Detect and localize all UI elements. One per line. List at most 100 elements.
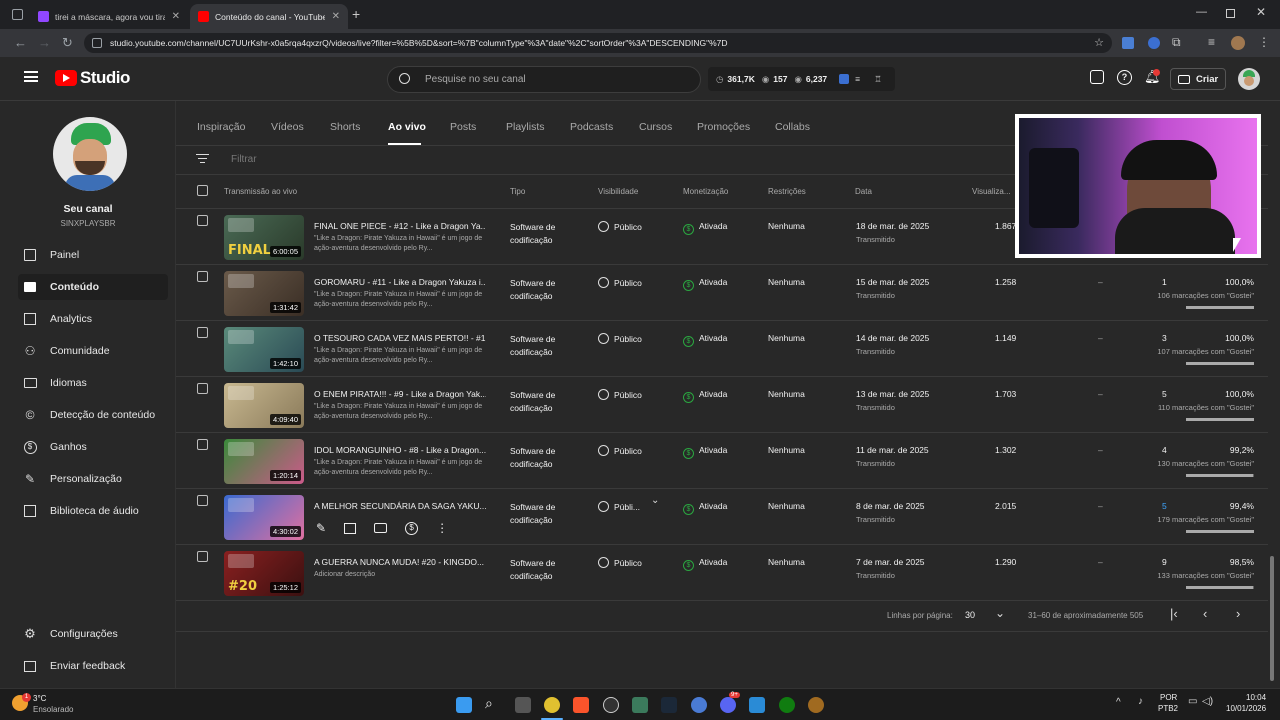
sidebar-item-languages[interactable]: Idiomas bbox=[18, 370, 168, 396]
monetization-cell[interactable]: $ Ativada bbox=[683, 557, 727, 571]
scrollbar-thumb[interactable] bbox=[1270, 556, 1274, 681]
tab-inspiration[interactable]: Inspiração bbox=[197, 121, 245, 133]
tab-promotions[interactable]: Promoções bbox=[697, 121, 750, 133]
filter-input[interactable]: Filtrar bbox=[231, 154, 257, 165]
store-icon[interactable] bbox=[749, 697, 765, 713]
visibility-cell[interactable]: Público bbox=[598, 389, 642, 400]
studio-logo-text[interactable]: Studio bbox=[80, 68, 130, 88]
video-thumbnail[interactable]: 1:31:42 bbox=[224, 271, 304, 316]
reading-list-icon[interactable]: ≡ bbox=[1208, 35, 1215, 49]
sidebar-item-feedback[interactable]: Enviar feedback bbox=[18, 653, 168, 679]
visibility-cell[interactable]: Público bbox=[598, 557, 642, 568]
column-header-date[interactable]: Data bbox=[855, 187, 872, 196]
row-checkbox[interactable] bbox=[197, 495, 208, 506]
tray-chevron-icon[interactable]: ^ bbox=[1116, 697, 1121, 708]
visibility-dropdown-chevron-icon[interactable]: ⌄ bbox=[651, 495, 659, 506]
sidebar-item-content[interactable]: Conteúdo bbox=[18, 274, 168, 300]
table-row[interactable]: 1:42:10 O TESOURO CADA VEZ MAIS PERTO!! … bbox=[176, 321, 1268, 377]
hamburger-menu-icon[interactable] bbox=[24, 71, 38, 82]
close-window-icon[interactable]: ✕ bbox=[1256, 5, 1266, 19]
tab-collabs[interactable]: Collabs bbox=[775, 121, 810, 133]
video-title[interactable]: IDOL MORANGUINHO - #8 - Like a Dragon... bbox=[314, 445, 486, 455]
xbox-icon[interactable] bbox=[779, 697, 795, 713]
realtime-stats-widget[interactable]: ◷ 361,7K ◉ 157 ◉ 6,237 ≡ ♖ bbox=[708, 67, 895, 91]
help-icon[interactable]: ? bbox=[1117, 70, 1132, 85]
rows-per-page-select[interactable]: 30 bbox=[965, 610, 975, 620]
windows-start-icon[interactable] bbox=[456, 697, 472, 713]
chrome-icon[interactable] bbox=[544, 697, 560, 713]
volume-icon[interactable]: ◁) bbox=[1202, 696, 1213, 707]
comments-icon[interactable] bbox=[374, 523, 388, 533]
weather-temp[interactable]: 3°C bbox=[33, 694, 46, 703]
visibility-cell[interactable]: Públi... bbox=[598, 501, 640, 512]
extensions-icon[interactable]: ⧉ bbox=[1172, 35, 1181, 50]
bookmark-star-icon[interactable]: ☆ bbox=[1094, 36, 1104, 49]
minimize-icon[interactable]: — bbox=[1196, 6, 1207, 18]
site-info-icon[interactable] bbox=[92, 38, 102, 48]
maximize-icon[interactable] bbox=[1226, 9, 1235, 18]
extension-blue-icon[interactable] bbox=[1148, 37, 1160, 49]
table-row[interactable]: 1:20:14 IDOL MORANGUINHO - #8 - Like a D… bbox=[176, 433, 1268, 489]
video-thumbnail[interactable]: FINAL 6:00:05 bbox=[224, 215, 304, 260]
visibility-cell[interactable]: Público bbox=[598, 277, 642, 288]
extension-translate-icon[interactable] bbox=[1122, 37, 1134, 49]
obs-icon[interactable] bbox=[603, 697, 619, 713]
browser-tab-1[interactable]: tirei a máscara, agora vou tirar ✕ bbox=[30, 4, 188, 29]
app-orange-icon[interactable] bbox=[808, 697, 824, 713]
row-checkbox[interactable] bbox=[197, 215, 208, 226]
tab-live[interactable]: Ao vivo bbox=[388, 121, 426, 133]
monetization-cell[interactable]: $ Ativada bbox=[683, 445, 727, 459]
profile-avatar-icon[interactable] bbox=[1231, 36, 1245, 50]
select-all-checkbox[interactable] bbox=[197, 185, 208, 196]
messages-icon[interactable] bbox=[1090, 70, 1104, 84]
keyboard-layout[interactable]: PTB2 bbox=[1158, 704, 1178, 713]
tab-posts[interactable]: Posts bbox=[450, 121, 476, 133]
youtube-logo-icon[interactable] bbox=[55, 70, 77, 86]
rows-per-page-chevron-icon[interactable]: ⌄ bbox=[995, 606, 1005, 620]
network-icon[interactable]: ▭ bbox=[1188, 696, 1197, 707]
sidebar-item-earn[interactable]: $ Ganhos bbox=[18, 434, 168, 460]
channel-avatar[interactable] bbox=[53, 117, 127, 191]
weather-desc[interactable]: Ensolarado bbox=[33, 705, 73, 714]
monetization-cell[interactable]: $ Ativada bbox=[683, 277, 727, 291]
terminal-icon[interactable] bbox=[632, 697, 648, 713]
monetization-cell[interactable]: $ Ativada bbox=[683, 501, 727, 515]
tab-podcasts[interactable]: Podcasts bbox=[570, 121, 613, 133]
table-row[interactable]: 1:31:42 GOROMARU - #11 - Like a Dragon Y… bbox=[176, 265, 1268, 321]
sidebar-item-audio-library[interactable]: Biblioteca de áudio bbox=[18, 498, 168, 524]
row-checkbox[interactable] bbox=[197, 271, 208, 282]
search-input[interactable]: Pesquise no seu canal bbox=[425, 74, 526, 85]
browser-menu-icon[interactable]: ⋮ bbox=[1258, 35, 1270, 49]
monetization-cell[interactable]: $ Ativada bbox=[683, 333, 727, 347]
forward-icon[interactable]: → bbox=[38, 35, 51, 51]
analytics-bar-icon[interactable] bbox=[344, 522, 357, 534]
microphone-icon[interactable]: ♪ bbox=[1138, 696, 1143, 707]
video-thumbnail[interactable]: 1:42:10 bbox=[224, 327, 304, 372]
close-tab-icon[interactable]: ✕ bbox=[332, 11, 340, 22]
visibility-cell[interactable]: Público bbox=[598, 221, 642, 232]
sidebar-item-content-detection[interactable]: © Detecção de conteúdo bbox=[18, 402, 168, 428]
tab-courses[interactable]: Cursos bbox=[639, 121, 672, 133]
new-tab-button[interactable]: + bbox=[352, 6, 360, 22]
sidebar-item-customization[interactable]: ✎ Personalização bbox=[18, 466, 168, 492]
visibility-cell[interactable]: Público bbox=[598, 333, 642, 344]
close-tab-icon[interactable]: ✕ bbox=[172, 11, 180, 22]
next-page-icon[interactable]: › bbox=[1236, 606, 1240, 621]
first-page-icon[interactable]: |‹ bbox=[1170, 606, 1178, 621]
back-icon[interactable]: ← bbox=[14, 35, 27, 51]
clock-time[interactable]: 10:04 bbox=[1246, 693, 1266, 702]
monetization-dollar-icon[interactable]: $ bbox=[405, 521, 419, 535]
video-thumbnail[interactable]: 4:09:40 bbox=[224, 383, 304, 428]
task-view-icon[interactable] bbox=[515, 697, 531, 713]
video-title[interactable]: O TESOURO CADA VEZ MAIS PERTO!! - #1... bbox=[314, 333, 486, 343]
monetization-cell[interactable]: $ Ativada bbox=[683, 221, 727, 235]
row-checkbox[interactable] bbox=[197, 439, 208, 450]
brave-icon[interactable] bbox=[573, 697, 589, 713]
channel-search-box[interactable]: Pesquise no seu canal bbox=[387, 66, 701, 93]
more-options-icon[interactable]: ⋮ bbox=[436, 521, 448, 535]
keyboard-language[interactable]: POR bbox=[1160, 693, 1177, 702]
video-title[interactable]: GOROMARU - #11 - Like a Dragon Yakuza i.… bbox=[314, 277, 486, 287]
visibility-cell[interactable]: Público bbox=[598, 445, 642, 456]
video-title[interactable]: A MELHOR SECUNDÁRIA DA SAGA YAKU... bbox=[314, 501, 486, 511]
filter-icon[interactable] bbox=[196, 154, 209, 164]
